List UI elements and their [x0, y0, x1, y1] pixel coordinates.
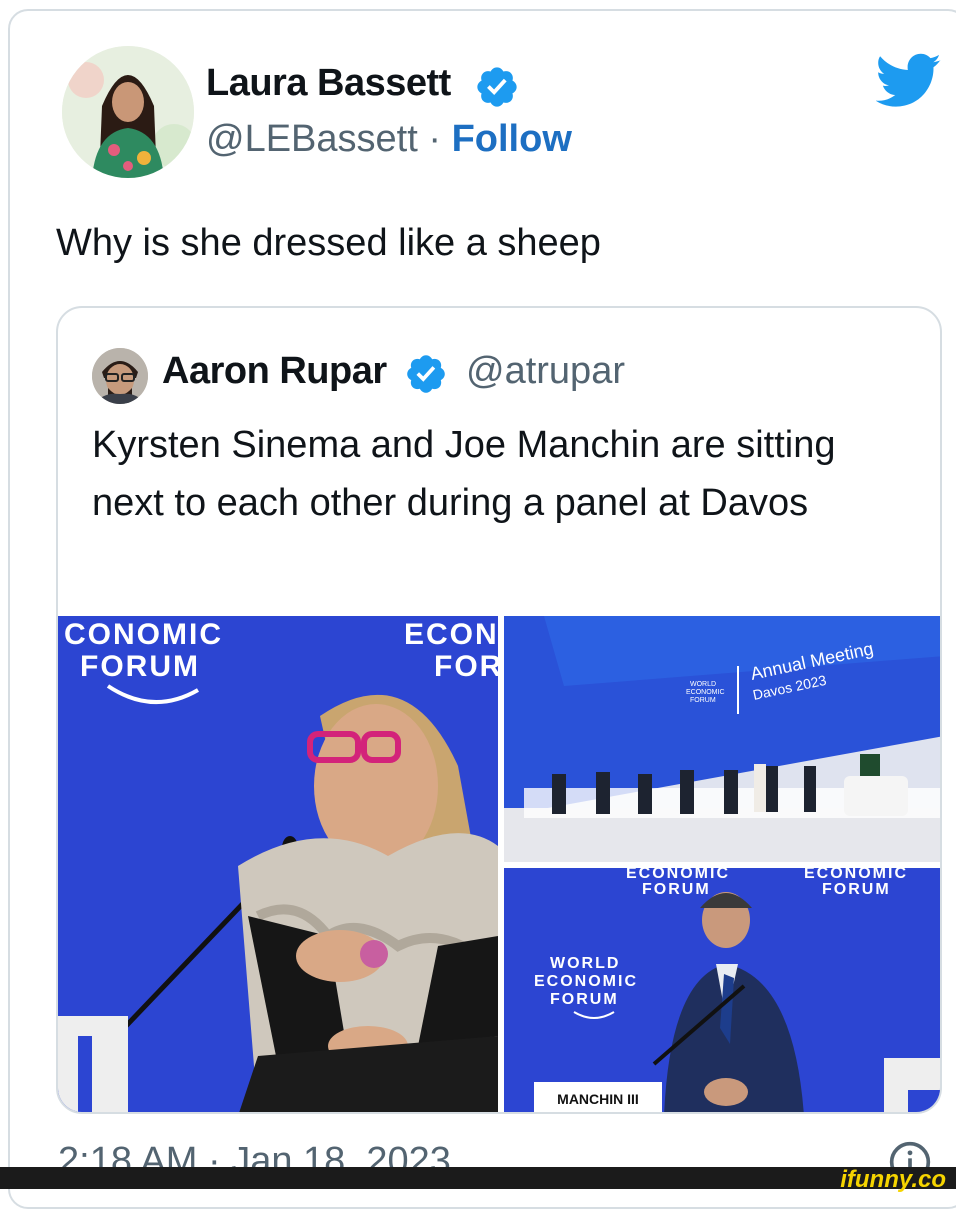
verified-badge-icon [407, 355, 445, 393]
author-name[interactable]: Laura Bassett [206, 62, 451, 105]
wef-logo-line-3: FORUM [550, 991, 619, 1008]
watermark-bar [0, 1167, 956, 1189]
author-avatar[interactable] [62, 46, 194, 178]
nameplate: MANCHIN III [534, 1082, 662, 1112]
author-handle[interactable]: @LEBassett [206, 118, 418, 160]
ifunny-watermark: ifunny.co [840, 1166, 946, 1193]
quoted-tweet-text: Kyrsten Sinema and Joe Manchin are sitti… [92, 424, 836, 524]
media-image-3[interactable]: ECONOMIC FORUM ECONOMIC FORUM WORLD ECON… [504, 868, 940, 1112]
wef-logo-line-1: WORLD [690, 681, 716, 688]
wef-watermark-top-2: FORUM [642, 881, 711, 898]
wef-watermark-line-2: FORUM [80, 650, 200, 683]
quoted-author-name[interactable]: Aaron Rupar [162, 350, 387, 393]
media-image-2[interactable]: Annual Meeting Davos 2023 WORLD ECONOMIC… [504, 616, 940, 862]
wef-watermark-top-right-2: FORUM [822, 881, 891, 898]
media-image-1[interactable]: CONOMIC FORUM ECON FOR [58, 616, 498, 1112]
wef-logo-line-3: FORUM [690, 697, 716, 704]
wef-logo-line-1: WORLD [550, 955, 620, 972]
author-handle-line: @LEBassett · Follow [206, 118, 572, 161]
wef-watermark-right-2: FOR [434, 650, 498, 683]
twitter-bird-icon[interactable] [876, 52, 942, 110]
quoted-author-avatar[interactable] [92, 348, 148, 404]
wef-logo-line-2: ECONOMIC [534, 973, 638, 990]
follow-button[interactable]: Follow [452, 118, 572, 160]
separator: · [417, 118, 452, 160]
wef-watermark-line-1: CONOMIC [64, 618, 223, 651]
verified-badge-icon [477, 67, 517, 107]
quoted-tweet[interactable]: Aaron Rupar @atrupar Kyrsten Sinema and … [56, 306, 942, 1114]
wef-watermark-top-right: ECONOMIC [804, 868, 908, 882]
wef-logo-line-2: ECONOMIC [686, 689, 725, 696]
quoted-author-handle[interactable]: @atrupar [466, 350, 625, 393]
tweet-text: Why is she dressed like a sheep [56, 222, 601, 264]
media-grid: CONOMIC FORUM ECON FOR Annual Meeting Da… [58, 616, 940, 1112]
wef-watermark-top: ECONOMIC [626, 868, 730, 882]
wef-watermark-right-1: ECON [404, 618, 498, 651]
